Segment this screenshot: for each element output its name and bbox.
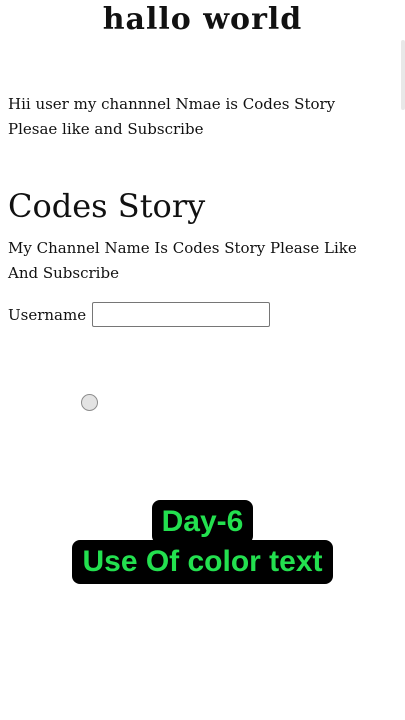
username-label: Username [8, 305, 87, 324]
radio-button[interactable] [81, 394, 98, 411]
day-caption: Day-6 [151, 500, 254, 544]
page-title: hallo world [102, 2, 303, 37]
intro-line-2: Plesae like and Subscribe [8, 120, 204, 138]
channel-heading: Codes Story [8, 187, 206, 226]
intro-text: Hii user my channnel Nmae is Codes Story… [8, 92, 388, 142]
caption-overlay: Day-6 Use Of color text [0, 500, 405, 584]
channel-description: My Channel Name Is Codes Story Please Li… [8, 239, 357, 282]
intro-line-1: Hii user my channnel Nmae is Codes Story [8, 95, 336, 113]
topic-caption: Use Of color text [72, 540, 333, 584]
scrollbar[interactable] [401, 40, 405, 110]
username-input[interactable] [92, 302, 271, 327]
username-row: Username [8, 302, 271, 327]
